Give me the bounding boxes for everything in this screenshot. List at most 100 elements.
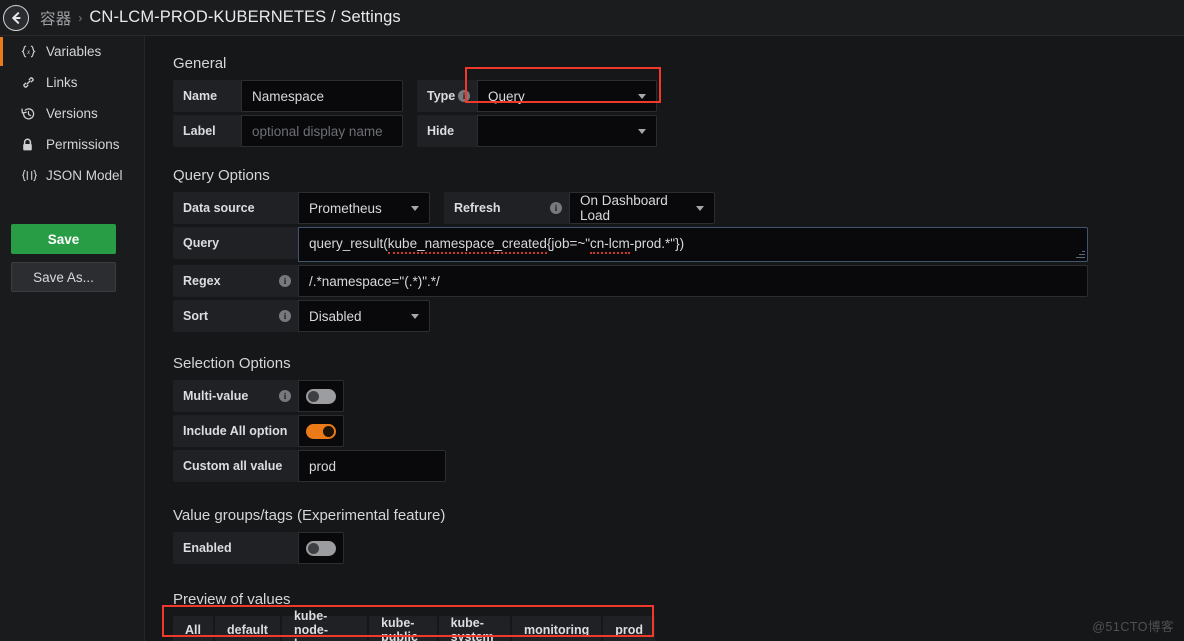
regex-input[interactable]: /.*namespace="(.*)".*/ bbox=[298, 265, 1088, 297]
save-as-button[interactable]: Save As... bbox=[11, 262, 116, 292]
resize-handle-icon[interactable] bbox=[1075, 249, 1085, 259]
include-all-field-label: Include All option bbox=[173, 415, 298, 447]
preview-values-list: All default kube-node-lease kube-public … bbox=[173, 609, 657, 641]
refresh-select[interactable]: On Dashboard Load bbox=[569, 192, 715, 224]
top-header: 容器 › CN-LCM-PROD-KUBERNETES / Settings bbox=[0, 0, 1184, 36]
selection-row-include-all: Include All option bbox=[173, 415, 1184, 447]
value-groups-section: Value groups/tags (Experimental feature)… bbox=[173, 507, 1184, 564]
breadcrumb-parent[interactable]: 容器 bbox=[40, 7, 71, 29]
datasource-select[interactable]: Prometheus bbox=[298, 192, 430, 224]
query-options-section: Query Options Data source Prometheus Ref… bbox=[173, 167, 1184, 332]
enabled-field-label: Enabled bbox=[173, 532, 298, 564]
query-row-datasource-refresh: Data source Prometheus Refresh i On Dash… bbox=[173, 192, 1184, 224]
history-icon bbox=[21, 107, 40, 121]
preview-value-chip: prod bbox=[603, 616, 655, 641]
query-text-p5: -prod.*"}) bbox=[629, 236, 685, 251]
toggle-knob bbox=[308, 390, 319, 402]
sidebar-item-permissions[interactable]: Permissions bbox=[0, 129, 144, 160]
variables-icon: x bbox=[21, 45, 40, 58]
datasource-select-value: Prometheus bbox=[309, 200, 382, 216]
preview-section-title: Preview of values bbox=[173, 591, 291, 608]
preview-value-chip: All bbox=[173, 616, 213, 641]
toggle-knob bbox=[308, 542, 319, 554]
link-icon bbox=[21, 75, 40, 90]
query-text-p1: query_result( bbox=[309, 236, 388, 251]
include-all-toggle[interactable] bbox=[298, 415, 344, 447]
toggle-track bbox=[306, 540, 336, 556]
preview-value-chip: kube-node-lease bbox=[281, 609, 368, 641]
multi-value-toggle[interactable] bbox=[298, 380, 344, 412]
datasource-field-label: Data source bbox=[173, 192, 298, 224]
general-section: General Name Namespace Type i Query Labe… bbox=[173, 55, 1184, 147]
custom-all-field-label: Custom all value bbox=[173, 450, 298, 482]
name-field-label: Name bbox=[173, 80, 241, 112]
general-row-label-hide: Label optional display name Hide bbox=[173, 115, 1184, 147]
toggle-track bbox=[306, 423, 336, 439]
save-button[interactable]: Save bbox=[11, 224, 116, 254]
query-options-section-title: Query Options bbox=[173, 167, 270, 184]
general-row-name-type: Name Namespace Type i Query bbox=[173, 80, 1184, 112]
query-field-label: Query bbox=[173, 227, 298, 259]
back-button[interactable] bbox=[3, 4, 29, 31]
sidebar-item-label: JSON Model bbox=[46, 168, 123, 183]
sidebar-item-links[interactable]: Links bbox=[0, 67, 144, 98]
sort-select-value: Disabled bbox=[309, 308, 362, 324]
toggle-track bbox=[306, 388, 336, 404]
sidebar-item-json-model[interactable]: JSON Model bbox=[0, 160, 144, 191]
settings-main-panel: General Name Namespace Type i Query Labe… bbox=[145, 36, 1184, 641]
info-icon[interactable]: i bbox=[279, 390, 291, 402]
sort-field-label: Sort i bbox=[173, 300, 298, 332]
type-field-label: Type i bbox=[417, 80, 477, 112]
sidebar-item-label: Variables bbox=[46, 44, 102, 59]
selection-row-custom-all: Custom all value prod bbox=[173, 450, 1184, 482]
svg-text:x: x bbox=[26, 48, 31, 56]
refresh-field-label: Refresh i bbox=[444, 192, 569, 224]
info-icon[interactable]: i bbox=[550, 202, 562, 214]
label-field-label: Label bbox=[173, 115, 241, 147]
selection-options-section: Selection Options Multi-value i Include … bbox=[173, 355, 1184, 482]
toggle-knob bbox=[323, 425, 334, 437]
chevron-down-icon bbox=[638, 93, 646, 99]
chevron-down-icon bbox=[638, 128, 646, 134]
info-icon[interactable]: i bbox=[279, 310, 291, 322]
query-row-query: Query query_result(kube_namespace_create… bbox=[173, 227, 1184, 262]
chevron-down-icon bbox=[411, 205, 419, 211]
query-text-p3: {job=~" bbox=[546, 236, 591, 251]
info-icon[interactable]: i bbox=[279, 275, 291, 287]
general-section-title: General bbox=[173, 55, 227, 72]
hide-select[interactable] bbox=[477, 115, 657, 147]
type-label-text: Type bbox=[427, 89, 456, 103]
enabled-toggle[interactable] bbox=[298, 532, 344, 564]
sidebar-item-versions[interactable]: Versions bbox=[0, 98, 144, 129]
label-input[interactable]: optional display name bbox=[241, 115, 403, 147]
breadcrumb: 容器 › CN-LCM-PROD-KUBERNETES / Settings bbox=[40, 7, 401, 29]
query-text-p2: kube_namespace_created bbox=[387, 236, 547, 254]
regex-field-label: Regex i bbox=[173, 265, 298, 297]
sidebar-item-label: Versions bbox=[46, 106, 98, 121]
json-braces-icon bbox=[21, 169, 40, 182]
chevron-down-icon bbox=[696, 205, 704, 211]
multi-value-field-label: Multi-value i bbox=[173, 380, 298, 412]
query-textarea[interactable]: query_result(kube_namespace_created{job=… bbox=[298, 227, 1088, 262]
page-title: CN-LCM-PROD-KUBERNETES / Settings bbox=[89, 8, 401, 26]
arrow-left-icon bbox=[9, 11, 23, 25]
sidebar-item-label: Permissions bbox=[46, 137, 120, 152]
sort-label-text: Sort bbox=[183, 309, 208, 323]
preview-value-chip: monitoring bbox=[511, 616, 602, 641]
custom-all-value-input[interactable]: prod bbox=[298, 450, 446, 482]
preview-value-chip: kube-public bbox=[369, 616, 437, 641]
sort-select[interactable]: Disabled bbox=[298, 300, 430, 332]
chevron-down-icon bbox=[411, 313, 419, 319]
type-select[interactable]: Query bbox=[477, 80, 657, 112]
preview-value-chip: default bbox=[214, 616, 280, 641]
info-icon[interactable]: i bbox=[458, 90, 470, 102]
selection-row-multi-value: Multi-value i bbox=[173, 380, 1184, 412]
query-row-sort: Sort i Disabled bbox=[173, 300, 1184, 332]
name-input[interactable]: Namespace bbox=[241, 80, 403, 112]
settings-sidebar: x Variables Links Versions Permissions J… bbox=[0, 36, 145, 641]
multi-value-label-text: Multi-value bbox=[183, 389, 249, 403]
sidebar-item-variables[interactable]: x Variables bbox=[0, 36, 144, 67]
preview-section: Preview of values All default kube-node-… bbox=[173, 591, 1184, 641]
hide-field-label: Hide bbox=[417, 115, 477, 147]
regex-label-text: Regex bbox=[183, 274, 221, 288]
